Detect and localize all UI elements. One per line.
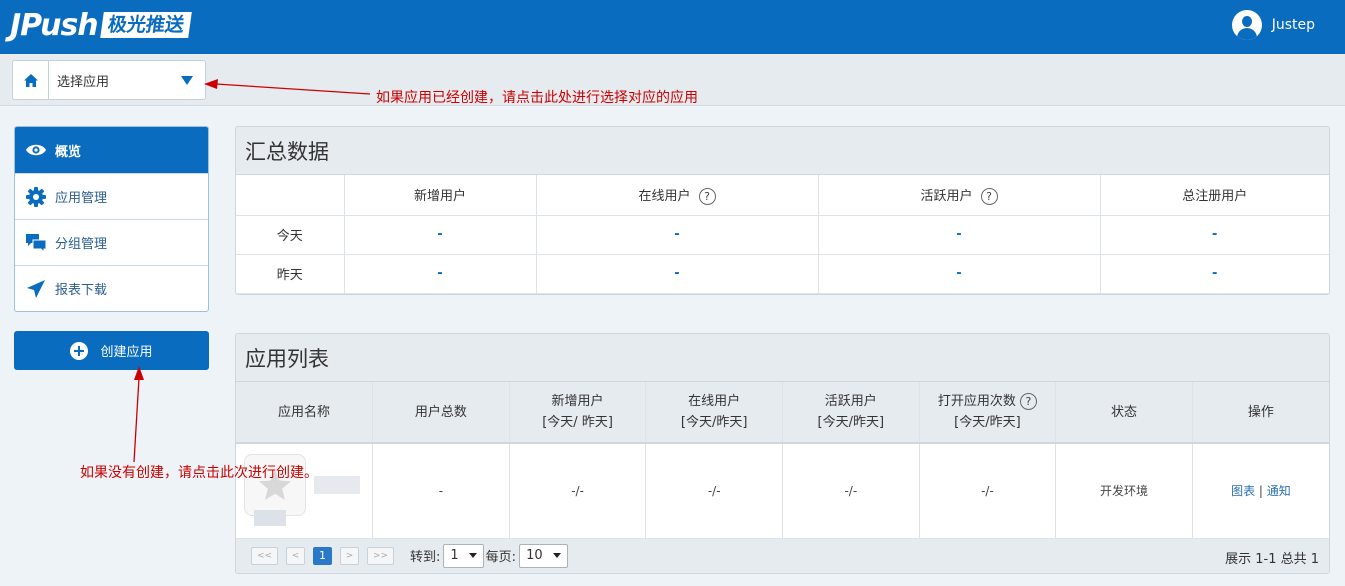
app-list-table: 应用名称 用户总数 新增用户 [今天/ 昨天] 在线用户 [今天/昨天] 活跃用户[… xyxy=(236,382,1329,539)
annotation-select-app: 如果应用已经创建，请点击此处进行选择对应的应用 xyxy=(376,90,698,106)
logo-chinese: 极光推送 xyxy=(99,12,192,38)
prev-page-button[interactable]: < xyxy=(286,546,305,565)
caret-down-icon xyxy=(468,553,477,558)
sidebar-item-app-management[interactable]: 应用管理 xyxy=(15,173,208,219)
arrow-line-bottom xyxy=(133,377,140,463)
gear-icon xyxy=(25,186,47,208)
sidebar-item-group-management[interactable]: 分组管理 xyxy=(15,219,208,265)
app-name-cell[interactable] xyxy=(236,443,373,539)
app-list-panel: 应用列表 应用名称 用户总数 新增用户 [今天/ 昨天] 在线用户 [今天/昨天] … xyxy=(235,333,1330,574)
app-opens-value: -/- xyxy=(918,443,1056,539)
col-app-name: 应用名称 xyxy=(236,382,373,444)
pagination: << < 1 > >> 转到: 1 每页: 10 展示 1-1 总共 1 xyxy=(236,538,1329,573)
summary-table: 新增用户 在线用户? 活跃用户? 总注册用户 今天 - - - - 昨天 - -… xyxy=(236,175,1329,294)
summary-row-yesterday: 昨天 - - - - xyxy=(236,254,1329,294)
stat-value: - xyxy=(817,215,1100,255)
link-separator: | xyxy=(1258,484,1263,499)
summary-header-row: 新增用户 在线用户? 活跃用户? 总注册用户 xyxy=(236,175,1329,216)
app-list-header-row: 应用名称 用户总数 新增用户 [今天/ 昨天] 在线用户 [今天/昨天] 活跃用户[… xyxy=(236,382,1329,444)
stat-value: - xyxy=(535,215,818,255)
total-users-value: - xyxy=(372,443,510,539)
caret-down-icon xyxy=(552,553,561,558)
help-icon[interactable]: ? xyxy=(980,187,998,205)
summary-row-today: 今天 - - - - xyxy=(236,215,1329,255)
app-select-dropdown[interactable]: 选择应用 xyxy=(12,60,206,100)
home-icon[interactable] xyxy=(13,61,49,99)
summary-header-active: 活跃用户? xyxy=(817,175,1100,216)
caret-down-icon xyxy=(181,75,193,85)
actions-cell: 图表 | 通知 xyxy=(1191,443,1329,539)
per-page-select[interactable]: 10 xyxy=(519,543,568,568)
sidebar-item-label: 分组管理 xyxy=(55,237,108,252)
chart-link[interactable]: 图表 xyxy=(1231,484,1255,498)
goto-label: 转到: xyxy=(410,550,441,565)
col-active-users: 活跃用户 [今天/昨天] xyxy=(782,382,920,444)
user-menu[interactable]: Justep xyxy=(1231,10,1315,40)
summary-panel: 汇总数据 新增用户 在线用户? 活跃用户? 总注册用户 今天 - - - - 昨… xyxy=(235,126,1330,295)
new-users-value: -/- xyxy=(508,443,646,539)
online-users-value: -/- xyxy=(645,443,783,539)
summary-header-online: 在线用户? xyxy=(535,175,818,216)
app-key-redacted xyxy=(254,510,286,526)
create-app-button[interactable]: 创建应用 xyxy=(14,331,209,370)
username: Justep xyxy=(1271,17,1315,33)
col-total-users: 用户总数 xyxy=(372,382,510,444)
summary-header-new: 新增用户 xyxy=(343,175,536,216)
chat-icon xyxy=(25,232,47,254)
app-select-label: 选择应用 xyxy=(57,74,110,90)
status-value: 开发环境 xyxy=(1055,443,1193,539)
next-page-button[interactable]: > xyxy=(340,546,359,565)
stat-value: - xyxy=(1099,254,1329,294)
app-name-redacted xyxy=(314,476,360,494)
send-icon xyxy=(25,278,47,300)
per-page-label: 每页: xyxy=(485,550,517,565)
current-page-button[interactable]: 1 xyxy=(313,546,332,565)
row-label: 今天 xyxy=(236,215,344,255)
sidebar-item-label: 概览 xyxy=(55,144,82,160)
col-actions: 操作 xyxy=(1191,382,1329,444)
plus-icon xyxy=(70,341,89,360)
avatar-icon xyxy=(1231,10,1262,40)
sidebar-item-label: 应用管理 xyxy=(55,191,108,206)
sidebar-item-label: 报表下载 xyxy=(55,283,108,298)
summary-title: 汇总数据 xyxy=(236,127,1329,175)
create-app-label: 创建应用 xyxy=(100,345,153,360)
col-status: 状态 xyxy=(1055,382,1193,444)
notify-link[interactable]: 通知 xyxy=(1267,484,1291,498)
summary-header-empty xyxy=(236,175,344,216)
sidebar-nav: 概览 应用管理 分组管理 报表下载 xyxy=(14,126,209,312)
stat-value: - xyxy=(343,254,536,294)
stat-value: - xyxy=(343,215,536,255)
stat-value: - xyxy=(817,254,1100,294)
col-app-opens: 打开应用次数? [今天/昨天] xyxy=(918,382,1056,444)
top-header: JPush 极光推送 Justep xyxy=(0,0,1345,54)
row-label: 昨天 xyxy=(236,254,344,294)
annotation-create-app: 如果没有创建，请点击此次进行创建。 xyxy=(80,465,318,481)
help-icon[interactable]: ? xyxy=(698,187,716,205)
active-users-value: -/- xyxy=(782,443,920,539)
stat-value: - xyxy=(535,254,818,294)
help-icon[interactable]: ? xyxy=(1019,393,1037,410)
goto-page-select[interactable]: 1 xyxy=(443,543,484,568)
summary-header-total: 总注册用户 xyxy=(1099,175,1329,216)
logo-word: JPush xyxy=(10,7,99,43)
app-list-title: 应用列表 xyxy=(236,334,1329,382)
pagination-total: 展示 1-1 总共 1 xyxy=(1225,551,1319,567)
first-page-button[interactable]: << xyxy=(251,546,278,565)
sidebar-item-overview[interactable]: 概览 xyxy=(15,127,208,173)
col-new-users: 新增用户 [今天/ 昨天] xyxy=(508,382,646,444)
table-row: - -/- -/- -/- -/- 开发环境 图表 | 通知 xyxy=(236,443,1329,539)
jpush-logo[interactable]: JPush 极光推送 xyxy=(10,6,192,44)
last-page-button[interactable]: >> xyxy=(367,546,394,565)
stat-value: - xyxy=(1099,215,1329,255)
eye-icon xyxy=(25,139,47,161)
col-online-users: 在线用户 [今天/昨天] xyxy=(645,382,783,444)
sidebar-item-report-download[interactable]: 报表下载 xyxy=(15,265,208,311)
